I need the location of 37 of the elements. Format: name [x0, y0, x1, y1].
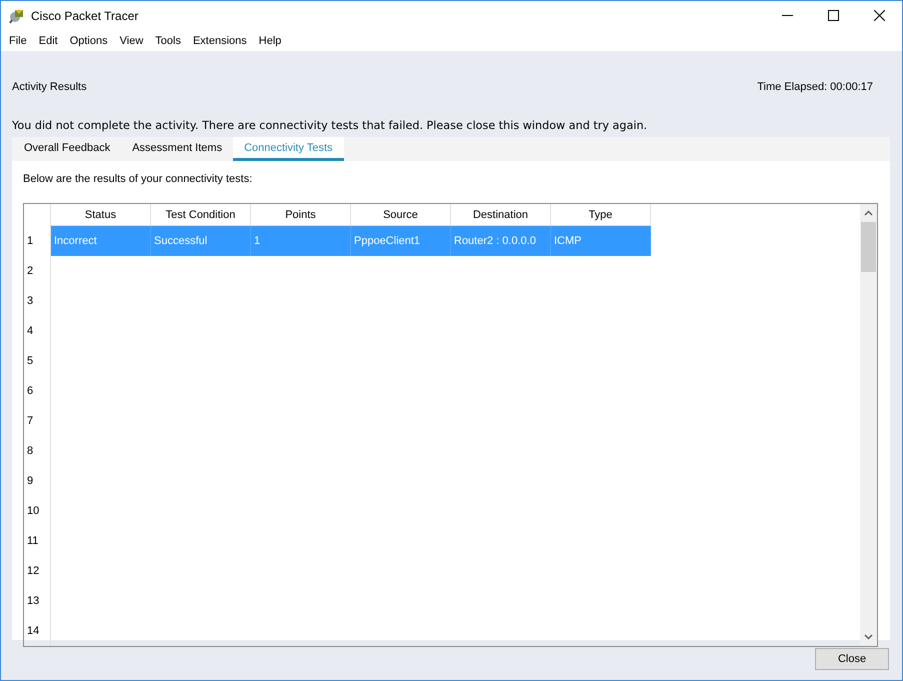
- tab[interactable]: Connectivity Tests: [233, 137, 344, 161]
- row-number: 10: [26, 504, 40, 519]
- row-number: 14: [26, 624, 40, 639]
- app-icon: [9, 8, 25, 24]
- row-number: 1: [26, 234, 34, 249]
- menu-item[interactable]: Edit: [34, 34, 63, 46]
- window-title: Cisco Packet Tracer: [31, 8, 140, 22]
- row-number: 7: [26, 414, 34, 429]
- row-number: 3: [26, 294, 34, 309]
- close-dialog-button[interactable]: Close: [815, 648, 889, 670]
- scrollbar[interactable]: [860, 204, 877, 646]
- tab[interactable]: Assessment Items: [121, 137, 234, 161]
- row-number: 9: [26, 474, 34, 489]
- close-icon: [874, 10, 884, 21]
- menu-item[interactable]: Options: [64, 34, 113, 46]
- time-elapsed: Time Elapsed: 00:00:17: [757, 81, 873, 93]
- row-number: 4: [26, 324, 34, 339]
- menu-item[interactable]: View: [114, 34, 148, 46]
- scroll-thumb[interactable]: [861, 222, 876, 272]
- menu-item[interactable]: Extensions: [188, 34, 252, 46]
- row-number: 2: [26, 264, 34, 279]
- menu-item[interactable]: File: [4, 34, 32, 46]
- tab[interactable]: Overall Feedback: [13, 137, 122, 161]
- scroll-down-icon[interactable]: [864, 634, 873, 640]
- menu-item[interactable]: Tools: [150, 34, 186, 46]
- row-number: 12: [26, 564, 40, 579]
- row-number: 8: [26, 444, 34, 459]
- scroll-up-icon[interactable]: [864, 210, 873, 216]
- result-message: You did not complete the activity. There are connectivity tests that failed. Please close this window and try again.: [12, 118, 648, 132]
- maximize-icon: [828, 10, 838, 21]
- caption: Below are the results of your connectivity tests:: [23, 173, 252, 185]
- heading: Activity Results: [12, 81, 87, 93]
- row-number: 5: [26, 354, 34, 369]
- row-number: 6: [26, 384, 34, 399]
- menu-item[interactable]: Help: [254, 34, 286, 46]
- row-number: 11: [26, 534, 40, 549]
- row-number: 13: [26, 594, 40, 609]
